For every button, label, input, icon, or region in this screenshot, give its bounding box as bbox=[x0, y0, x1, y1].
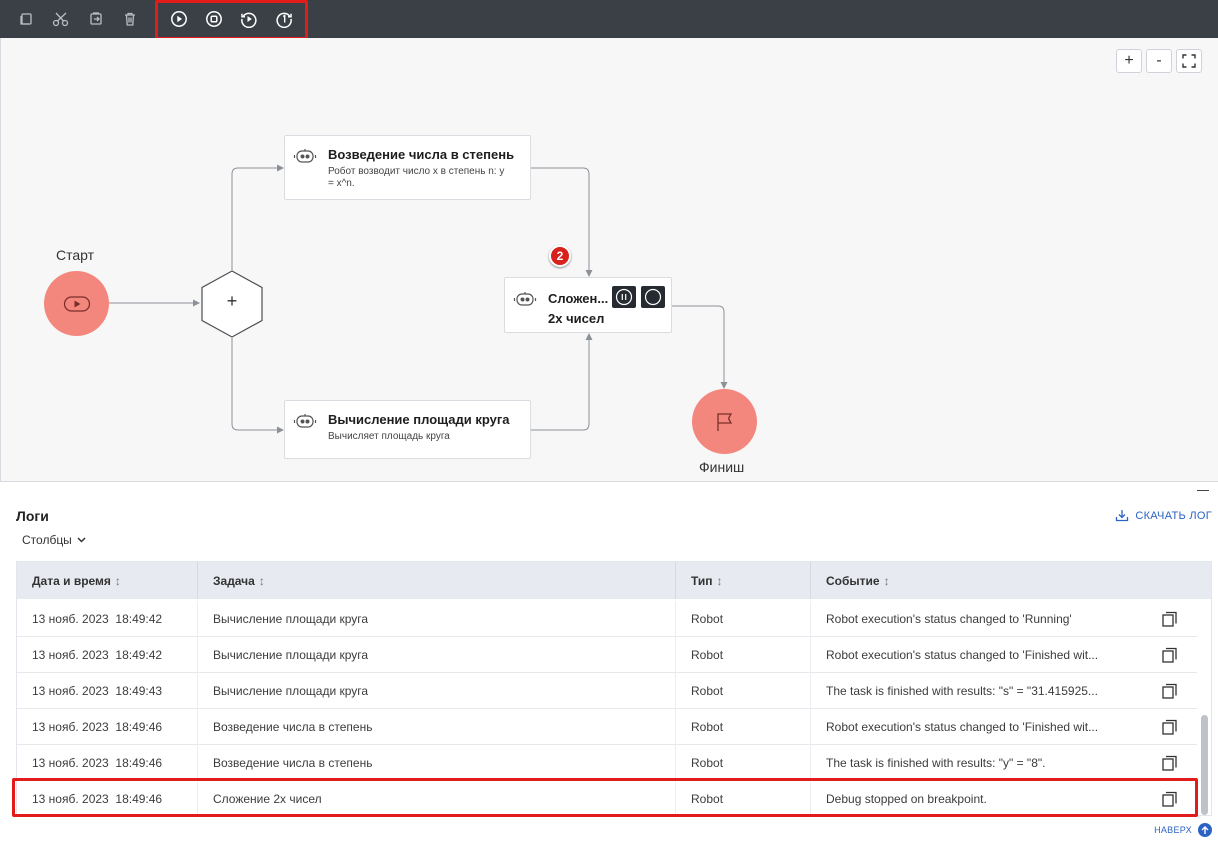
step-icon[interactable] bbox=[237, 7, 261, 31]
start-label: Старт bbox=[56, 247, 95, 263]
download-log-button[interactable]: СКАЧАТЬ ЛОГ bbox=[1115, 509, 1212, 522]
copy-icon[interactable] bbox=[1161, 646, 1179, 664]
copy-icon[interactable] bbox=[1161, 754, 1179, 772]
callout-badge-2: 2 bbox=[549, 245, 571, 267]
back-to-top-button[interactable]: НАВЕРХ bbox=[1154, 823, 1212, 837]
cell-task: Возведение числа в степень bbox=[198, 745, 676, 781]
copy-icon[interactable] bbox=[1161, 682, 1179, 700]
table-row[interactable]: 13 нояб. 2023 18:49:42 Вычисление площад… bbox=[17, 601, 1197, 637]
breakpoint-icon bbox=[644, 288, 662, 306]
column-header-datetime[interactable]: Дата и время ↕ bbox=[17, 562, 198, 599]
pause-button[interactable] bbox=[612, 286, 636, 308]
copy-icon[interactable] bbox=[14, 7, 38, 31]
cell-datetime: 13 нояб. 2023 18:49:46 bbox=[17, 745, 198, 781]
gateway-plus-icon: + bbox=[226, 291, 238, 311]
robot-icon bbox=[293, 149, 317, 163]
scrollbar-thumb[interactable] bbox=[1201, 715, 1208, 815]
cell-task: Вычисление площади круга bbox=[198, 673, 676, 709]
table-row[interactable]: 13 нояб. 2023 18:49:46 Сложение 2х чисел… bbox=[17, 781, 1197, 815]
column-header-task[interactable]: Задача ↕ bbox=[198, 562, 676, 599]
cell-type: Robot bbox=[676, 745, 811, 781]
table-row[interactable]: 13 нояб. 2023 18:49:42 Вычисление площад… bbox=[17, 637, 1197, 673]
restart-icon[interactable] bbox=[272, 7, 296, 31]
robot-icon bbox=[293, 414, 317, 428]
task-power-description: Робот возводит число x в степень n: y = … bbox=[328, 166, 505, 189]
robot-icon bbox=[513, 292, 537, 306]
task-sum[interactable]: Сложен... 2х чисел bbox=[504, 277, 672, 333]
cell-type: Robot bbox=[676, 601, 811, 637]
task-power-title: Возведение числа в степень bbox=[328, 147, 515, 162]
logs-panel: Логи Столбцы СКАЧАТЬ ЛОГ Дата и время ↕ З… bbox=[0, 482, 1218, 847]
finish-label: Финиш bbox=[699, 459, 745, 475]
table-row[interactable]: 13 нояб. 2023 18:49:43 Вычисление площад… bbox=[17, 673, 1197, 709]
start-event[interactable] bbox=[44, 271, 109, 336]
download-log-label: СКАЧАТЬ ЛОГ bbox=[1135, 509, 1212, 522]
cell-type: Robot bbox=[676, 709, 811, 745]
cell-task: Возведение числа в степень bbox=[198, 709, 676, 745]
cell-event: Robot execution's status changed to 'Fin… bbox=[826, 720, 1099, 734]
table-row[interactable]: 13 нояб. 2023 18:49:46 Возведение числа … bbox=[17, 709, 1197, 745]
arrow-up-icon bbox=[1198, 823, 1212, 837]
finish-event[interactable] bbox=[692, 389, 757, 454]
start-icon bbox=[63, 295, 90, 312]
cell-event: Robot execution's status changed to 'Run… bbox=[826, 612, 1072, 626]
cell-event: Robot execution's status changed to 'Fin… bbox=[826, 648, 1099, 662]
table-scrollbar[interactable] bbox=[1199, 599, 1211, 815]
copy-icon[interactable] bbox=[1161, 718, 1179, 736]
toolbar bbox=[0, 0, 1218, 38]
cell-type: Robot bbox=[676, 637, 811, 673]
back-to-top-label: НАВЕРХ bbox=[1154, 825, 1192, 835]
task-circle-title: Вычисление площади круга bbox=[328, 412, 510, 427]
column-header-event[interactable]: Событие ↕ bbox=[811, 562, 1211, 599]
task-sum-title: Сложен... 2х чисел bbox=[548, 291, 609, 326]
cell-datetime: 13 нояб. 2023 18:49:46 bbox=[17, 709, 198, 745]
columns-label: Столбцы bbox=[22, 533, 72, 547]
copy-icon[interactable] bbox=[1161, 790, 1179, 808]
stop-icon[interactable] bbox=[202, 7, 226, 31]
cell-task: Сложение 2х чисел bbox=[198, 781, 676, 815]
cell-event: The task is finished with results: "s" =… bbox=[826, 684, 1098, 698]
run-icon[interactable] bbox=[167, 7, 191, 31]
download-icon bbox=[1116, 510, 1129, 522]
cell-type: Robot bbox=[676, 673, 811, 709]
logs-title: Логи bbox=[16, 508, 49, 524]
cell-task: Вычисление площади круга bbox=[198, 601, 676, 637]
cell-event: Debug stopped on breakpoint. bbox=[826, 792, 987, 806]
paste-icon[interactable] bbox=[84, 7, 108, 31]
cut-icon[interactable] bbox=[49, 7, 73, 31]
cell-event: The task is finished with results: "y" =… bbox=[826, 756, 1046, 770]
pause-icon bbox=[615, 288, 633, 306]
task-power[interactable]: Возведение числа в степень Робот возводи… bbox=[284, 135, 531, 200]
cell-datetime: 13 нояб. 2023 18:49:46 bbox=[17, 781, 198, 815]
flag-icon bbox=[716, 412, 732, 431]
connectors bbox=[109, 164, 728, 434]
columns-dropdown[interactable]: Столбцы bbox=[22, 533, 86, 547]
breakpoint-button[interactable] bbox=[641, 286, 665, 308]
process-canvas[interactable]: + - Старт + Возведение числа в степень Р… bbox=[0, 38, 1218, 482]
minimize-button[interactable] bbox=[1197, 490, 1209, 491]
cell-datetime: 13 нояб. 2023 18:49:42 bbox=[17, 637, 198, 673]
chevron-down-icon bbox=[77, 537, 86, 543]
delete-icon[interactable] bbox=[118, 7, 142, 31]
task-circle-area[interactable]: Вычисление площади круга Вычисляет площа… bbox=[284, 400, 531, 459]
table-header: Дата и время ↕ Задача ↕ Тип ↕ Событие ↕ bbox=[17, 562, 1211, 599]
task-circle-description: Вычисляет площадь круга bbox=[328, 431, 450, 442]
cell-type: Robot bbox=[676, 781, 811, 815]
cell-datetime: 13 нояб. 2023 18:49:43 bbox=[17, 673, 198, 709]
cell-datetime: 13 нояб. 2023 18:49:42 bbox=[17, 601, 198, 637]
copy-icon[interactable] bbox=[1161, 610, 1179, 628]
table-row[interactable]: 13 нояб. 2023 18:49:46 Возведение числа … bbox=[17, 745, 1197, 781]
cell-task: Вычисление площади круга bbox=[198, 637, 676, 673]
logs-table: Дата и время ↕ Задача ↕ Тип ↕ Событие ↕ 13 н… bbox=[16, 561, 1212, 816]
column-header-type[interactable]: Тип ↕ bbox=[676, 562, 811, 599]
